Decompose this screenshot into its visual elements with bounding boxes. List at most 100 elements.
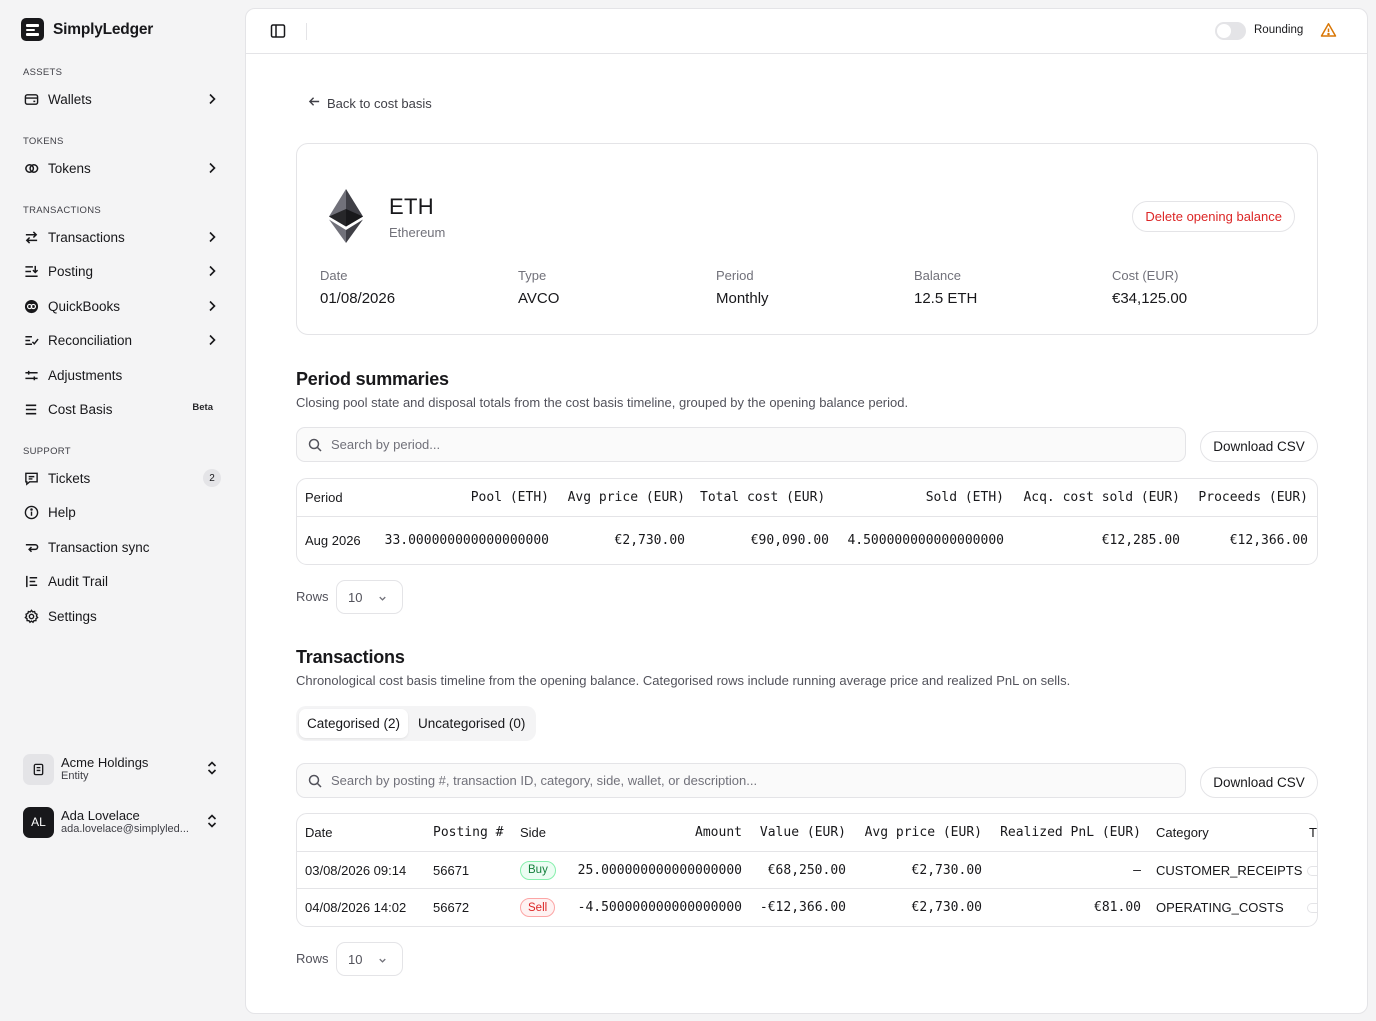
- transactions-title: Transactions: [296, 647, 405, 667]
- table-cell: Aug 2026: [305, 533, 361, 548]
- section-label-tokens: TOKENS: [23, 136, 64, 147]
- sidebar-item-label: Adjustments: [48, 367, 123, 383]
- sidebar-item-audit-trail[interactable]: Audit Trail: [23, 566, 223, 596]
- table-cell: €2,730.00: [614, 533, 685, 548]
- column-header: Realized PnL (EUR): [1000, 825, 1141, 840]
- table-cell: 25.000000000000000000: [577, 862, 742, 878]
- table-cell: -€12,366.00: [759, 900, 846, 915]
- transactions-table: Date Posting # Side Amount Value (EUR) A…: [296, 813, 1318, 927]
- sidebar-toggle-icon[interactable]: [270, 23, 286, 39]
- sidebar-item-tickets[interactable]: Tickets 2: [23, 463, 223, 493]
- column-header: Proceeds (EUR): [1198, 490, 1308, 505]
- sidebar-item-label: Tickets: [48, 470, 91, 486]
- sync-icon: [23, 539, 39, 555]
- building-icon: [23, 753, 54, 785]
- transactions-search-input[interactable]: [331, 773, 1151, 788]
- back-link[interactable]: Back to cost basis: [308, 95, 432, 111]
- period-download-csv-button[interactable]: Download CSV: [1200, 431, 1318, 462]
- sidebar-item-label: Transactions: [48, 229, 125, 245]
- table-row[interactable]: 04/08/2026 14:02 56672 Sell -4.500000000…: [297, 889, 1317, 926]
- truncated-badge: [1307, 866, 1317, 876]
- column-header: Category: [1156, 825, 1209, 840]
- table-row: Aug 2026 33.000000000000000000 €2,730.00…: [297, 517, 1317, 564]
- user-menu[interactable]: AL Ada Lovelace ada.lovelace@simplyled..…: [23, 804, 223, 840]
- wallet-icon: [23, 91, 39, 107]
- column-header: Amount: [695, 825, 742, 840]
- column-header: Posting #: [433, 825, 504, 840]
- column-header: Total cost (EUR): [700, 490, 826, 505]
- meta-value: 12.5 ETH: [914, 290, 978, 307]
- sidebar-item-label: Cost Basis: [48, 401, 113, 417]
- table-cell: 33.000000000000000000: [384, 533, 549, 548]
- avatar: AL: [23, 806, 54, 838]
- gear-icon: [23, 608, 39, 624]
- column-header: Pool (ETH): [470, 490, 549, 505]
- meta-period: Period Monthly: [716, 268, 769, 307]
- user-email: ada.lovelace@simplyled...: [61, 823, 189, 836]
- sidebar-item-reconciliation[interactable]: Reconciliation: [23, 325, 223, 355]
- reconcile-icon: [23, 332, 39, 348]
- meta-value: AVCO: [518, 290, 560, 307]
- sidebar-item-cost-basis[interactable]: Cost Basis Beta: [23, 394, 223, 424]
- table-cell: €12,366.00: [1229, 533, 1308, 548]
- sidebar-item-transactions[interactable]: Transactions: [23, 222, 223, 252]
- section-label-transactions: TRANSACTIONS: [23, 205, 102, 216]
- sidebar-item-adjustments[interactable]: Adjustments: [23, 360, 223, 390]
- meta-value: €34,125.00: [1112, 290, 1188, 307]
- table-cell: €81.00: [1094, 900, 1141, 915]
- meta-label: Balance: [914, 268, 961, 283]
- period-rows-select[interactable]: 10: [336, 580, 403, 614]
- sidebar-item-quickbooks[interactable]: QuickBooks: [23, 291, 223, 321]
- audit-icon: [23, 573, 39, 589]
- section-label-assets: ASSETS: [23, 67, 63, 78]
- sidebar: SimplyLedger ASSETS Wallets TOKENS Token…: [0, 0, 245, 1021]
- organization-type: Entity: [61, 770, 89, 783]
- chevron-right-icon: [205, 161, 219, 178]
- sidebar-item-label: QuickBooks: [48, 298, 121, 314]
- asset-name: Ethereum: [389, 225, 446, 240]
- help-icon: [23, 504, 39, 520]
- column-header: Side: [520, 825, 547, 840]
- sidebar-item-tokens[interactable]: Tokens: [23, 153, 223, 183]
- column-header: Period: [305, 490, 343, 505]
- posting-icon: [23, 263, 39, 279]
- rounding-toggle[interactable]: [1215, 22, 1246, 40]
- tab-uncategorised[interactable]: Uncategorised (0): [410, 709, 533, 738]
- tab-categorised[interactable]: Categorised (2): [299, 709, 409, 738]
- arrow-left-icon: [308, 95, 321, 111]
- sidebar-item-transaction-sync[interactable]: Transaction sync: [23, 532, 223, 562]
- side-badge-sell: Sell: [520, 898, 556, 917]
- sidebar-item-wallets[interactable]: Wallets: [23, 84, 223, 114]
- transactions-download-csv-button[interactable]: Download CSV: [1200, 767, 1318, 798]
- organization-switcher[interactable]: Acme Holdings Entity: [23, 751, 223, 787]
- main-panel: Rounding Back to cost basis ETH Ethereum…: [245, 8, 1368, 1014]
- column-header: Value (EUR): [759, 825, 846, 840]
- sidebar-item-posting[interactable]: Posting: [23, 256, 223, 286]
- meta-label: Date: [320, 268, 348, 283]
- table-cell: €68,250.00: [767, 862, 846, 878]
- meta-label: Period: [716, 268, 754, 283]
- meta-label: Type: [518, 268, 547, 283]
- chevron-right-icon: [205, 92, 219, 109]
- sidebar-item-settings[interactable]: Settings: [23, 601, 223, 631]
- brand[interactable]: SimplyLedger: [21, 18, 153, 41]
- topbar: Rounding: [246, 9, 1367, 54]
- delete-opening-balance-button[interactable]: Delete opening balance: [1132, 201, 1295, 232]
- search-icon: [308, 774, 322, 788]
- period-summaries-title: Period summaries: [296, 369, 449, 389]
- quickbooks-icon: [23, 298, 39, 314]
- sidebar-item-label: Transaction sync: [48, 539, 150, 555]
- column-header: Avg price (EUR): [567, 490, 685, 505]
- chevron-right-icon: [205, 230, 219, 247]
- sidebar-item-help[interactable]: Help: [23, 497, 223, 527]
- brand-logo-icon: [21, 18, 44, 41]
- sidebar-item-label: Settings: [48, 608, 97, 624]
- transactions-rows-select[interactable]: 10: [336, 942, 403, 976]
- chevron-up-down-icon: [205, 760, 219, 781]
- meta-value: 01/08/2026: [320, 290, 396, 307]
- table-row[interactable]: 03/08/2026 09:14 56671 Buy 25.0000000000…: [297, 852, 1317, 889]
- side-badge-buy: Buy: [520, 860, 556, 880]
- period-search-input[interactable]: [331, 437, 1151, 452]
- warning-icon[interactable]: [1320, 22, 1337, 43]
- transactions-tabs: Categorised (2) Uncategorised (0): [296, 706, 537, 741]
